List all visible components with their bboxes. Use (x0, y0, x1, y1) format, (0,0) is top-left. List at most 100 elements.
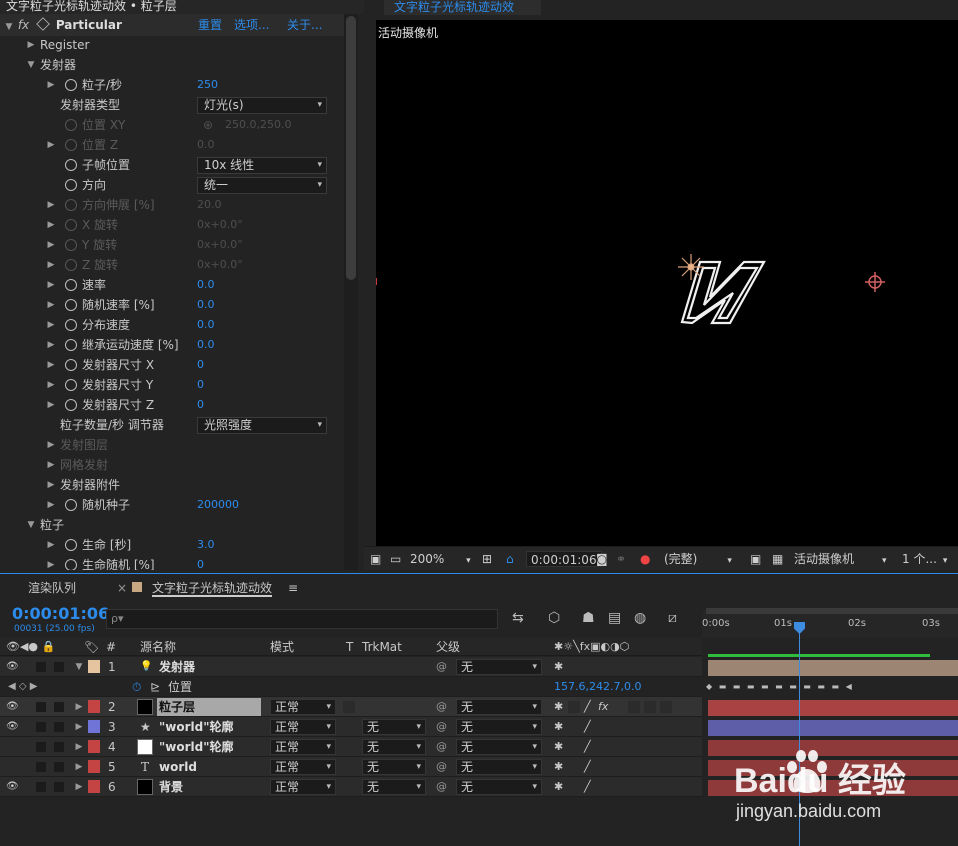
viewer-timecode[interactable]: 0:00:01:06 (526, 551, 602, 567)
collapse-switch[interactable] (568, 721, 580, 733)
effect-row[interactable]: ▶ 生命 [秒] 3.0 (0, 535, 344, 555)
blend-mode-dropdown[interactable]: 正常 ▾ (270, 779, 336, 795)
monitor-icon[interactable]: ▣ (370, 551, 381, 567)
collapse-switch[interactable] (568, 761, 580, 773)
show-snapshot-icon[interactable]: ⚭ (616, 551, 626, 567)
adjustment-switch[interactable] (644, 761, 656, 773)
stopwatch-icon[interactable] (65, 79, 77, 91)
draft-3d-icon[interactable]: ⬡ (548, 610, 560, 626)
effect-value[interactable]: 0 (197, 555, 204, 570)
effect-value[interactable]: 20.0 (197, 195, 222, 215)
stopwatch-icon[interactable] (65, 319, 77, 331)
expand-arrow-icon[interactable]: ▶ (74, 697, 84, 717)
collapse-switch[interactable] (568, 701, 580, 713)
shy-switch-icon[interactable]: ✱ (554, 757, 563, 777)
motion-blur-switch[interactable] (628, 741, 640, 753)
effect-value[interactable]: 0x+0.0° (197, 255, 243, 275)
effect-row[interactable]: ▶ 随机速率 [%] 0.0 (0, 295, 344, 315)
layer-row[interactable]: 👁 ▶ 3 ★ "world"轮廓 正常 ▾ 无 ▾ @ 无 ▾ ✱ ╱ (0, 717, 702, 737)
effect-dropdown[interactable]: 10x 线性 ▾ (197, 157, 327, 174)
expand-arrow-icon[interactable]: ▶ (46, 435, 56, 455)
layer-name[interactable]: "world"轮廓 (159, 717, 233, 737)
property-value[interactable]: 157.6,242.7,0.0 (554, 677, 641, 697)
expand-arrow-icon[interactable]: ▶ (46, 495, 56, 515)
expand-arrow-icon[interactable]: ▼ (74, 657, 84, 677)
pick-whip-icon[interactable]: @ (436, 777, 447, 797)
effect-value[interactable]: 0.0 (197, 315, 215, 335)
effect-row[interactable]: 子帧位置 10x 线性 ▾ (0, 155, 344, 175)
layer-duration-bar[interactable] (708, 660, 958, 676)
stopwatch-icon[interactable] (65, 219, 77, 231)
mask-visibility-icon[interactable]: ⌂ (506, 551, 514, 567)
collapse-switch[interactable] (568, 741, 580, 753)
transparency-grid-icon[interactable]: ▦ (772, 551, 783, 567)
keyframe-nav-icon[interactable]: ◀ ◇ ▶ (8, 677, 37, 697)
audio-toggle[interactable] (36, 702, 46, 712)
zoom-dropdown[interactable]: 200% ▾ (410, 551, 471, 567)
layer-label-color[interactable] (88, 780, 100, 793)
scrollbar-thumb[interactable] (346, 16, 356, 280)
fx-toggle[interactable]: fx (18, 18, 29, 32)
mode-header[interactable]: 模式 (270, 638, 294, 656)
motion-blur-icon[interactable]: ◍ (634, 610, 646, 626)
expand-arrow-icon[interactable]: ▶ (46, 215, 56, 235)
layer-row[interactable]: 👁 ▶ 6 背景 正常 ▾ 无 ▾ @ 无 ▾ ✱ ╱ (0, 777, 702, 797)
3d-layer-switch[interactable] (660, 701, 672, 713)
about-button[interactable]: 关于... (287, 14, 322, 36)
motion-blur-switch[interactable] (628, 781, 640, 793)
point-of-interest-icon[interactable] (865, 272, 885, 292)
audio-toggle[interactable] (36, 782, 46, 792)
stopwatch-icon[interactable] (65, 299, 77, 311)
audio-toggle[interactable] (36, 722, 46, 732)
collapse-switch[interactable] (568, 781, 580, 793)
quality-switch-icon[interactable]: ╱ (584, 757, 591, 777)
expand-arrow-icon[interactable]: ▶ (46, 255, 56, 275)
parent-dropdown[interactable]: 无 ▾ (456, 759, 542, 775)
eye-icon[interactable]: 👁 (6, 657, 19, 677)
pick-whip-icon[interactable]: @ (436, 717, 447, 737)
effect-row[interactable]: ▶ 发射器尺寸 Y 0 (0, 375, 344, 395)
effect-value[interactable]: 200000 (197, 495, 239, 515)
shy-switch-icon[interactable]: ✱ (554, 717, 563, 737)
lock-toggle[interactable] (54, 762, 64, 772)
preserve-transparency-toggle[interactable] (343, 701, 355, 713)
shy-layers-icon[interactable]: ☗ (582, 610, 595, 626)
preserve-transparency-toggle[interactable] (343, 741, 355, 753)
lock-toggle[interactable] (54, 782, 64, 792)
pick-whip-icon[interactable]: @ (436, 697, 447, 717)
3d-layer-switch[interactable] (660, 781, 672, 793)
eye-icon[interactable]: 👁 (6, 717, 19, 737)
channel-icon[interactable]: ● (640, 551, 650, 567)
preserve-transparency-toggle[interactable] (343, 761, 355, 773)
preserve-transparency-toggle[interactable] (343, 721, 355, 733)
3d-layer-switch[interactable] (660, 721, 672, 733)
expand-arrow-icon[interactable]: ▶ (46, 135, 56, 155)
effect-row[interactable]: ▶ 发射图层 (0, 435, 344, 455)
effect-value[interactable]: 0.0 (197, 135, 215, 155)
camera-dropdown[interactable]: 活动摄像机 ▾ (794, 551, 887, 567)
expand-arrow-icon[interactable]: ▶ (46, 75, 56, 95)
expand-arrow-icon[interactable]: ▶ (74, 737, 84, 757)
expand-arrow-icon[interactable]: ▶ (46, 235, 56, 255)
effect-dropdown[interactable]: 灯光(s) ▾ (197, 97, 327, 114)
quality-switch-icon[interactable]: ╱ (584, 717, 591, 737)
stopwatch-icon[interactable] (65, 339, 77, 351)
eye-icon[interactable]: 👁 (6, 777, 19, 797)
effect-row[interactable]: ▶ 粒子/秒 250 (0, 75, 344, 95)
adjustment-switch[interactable] (644, 781, 656, 793)
lock-toggle[interactable] (54, 702, 64, 712)
display-icon[interactable]: ▭ (390, 551, 401, 567)
motion-blur-switch[interactable] (628, 721, 640, 733)
expand-arrow-icon[interactable]: ▶ (74, 757, 84, 777)
quality-switch-icon[interactable]: ╱ (584, 697, 591, 717)
parent-dropdown[interactable]: 无 ▾ (456, 719, 542, 735)
effect-dropdown[interactable]: 光照强度 ▾ (197, 417, 327, 434)
effect-row[interactable]: ▶ 位置 Z 0.0 (0, 135, 344, 155)
effect-row[interactable]: 位置 XY ⊕ 250.0,250.0 (0, 115, 344, 135)
expand-arrow-icon[interactable]: ▶ (26, 35, 36, 55)
audio-toggle[interactable] (36, 662, 46, 672)
effect-row[interactable]: 发射器类型 灯光(s) ▾ (0, 95, 344, 115)
work-area-bar[interactable] (706, 608, 958, 614)
adjustment-switch[interactable] (644, 701, 656, 713)
preserve-transparency-toggle[interactable] (343, 781, 355, 793)
